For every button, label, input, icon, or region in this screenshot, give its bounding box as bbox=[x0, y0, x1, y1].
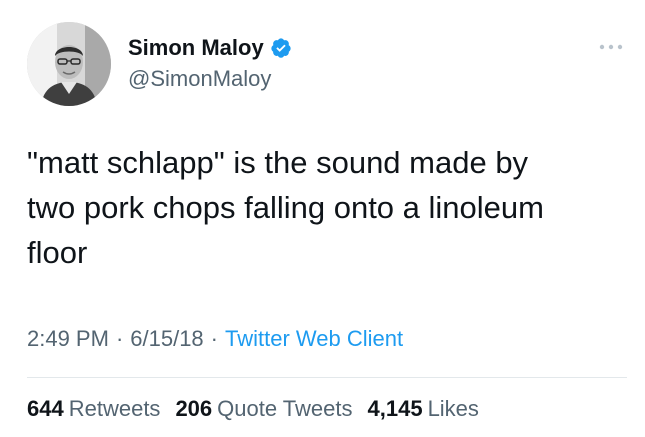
retweets-label: Retweets bbox=[68, 396, 161, 421]
more-options-icon[interactable] bbox=[597, 40, 625, 54]
divider bbox=[27, 377, 627, 378]
avatar[interactable] bbox=[27, 22, 111, 106]
meta-separator: · bbox=[115, 326, 124, 351]
tweet-card: Simon Maloy @SimonMaloy "matt schlapp" i… bbox=[0, 0, 645, 437]
avatar-photo bbox=[27, 22, 111, 106]
tweet-text: "matt schlapp" is the sound made by two … bbox=[27, 145, 544, 270]
tweet-stats: 644 Retweets 206 Quote Tweets 4,145 Like… bbox=[27, 396, 494, 422]
quote-tweets-count: 206 bbox=[175, 396, 213, 421]
author-handle[interactable]: @SimonMaloy bbox=[128, 66, 271, 92]
verified-badge-icon bbox=[270, 37, 292, 59]
tweet-time[interactable]: 2:49 PM bbox=[27, 326, 109, 352]
retweets-stat[interactable]: 644 Retweets bbox=[27, 396, 160, 422]
retweets-count: 644 bbox=[27, 396, 64, 421]
likes-label: Likes bbox=[427, 396, 479, 421]
quote-tweets-stat[interactable]: 206 Quote Tweets bbox=[175, 396, 352, 422]
tweet-meta: 2:49 PM · 6/15/18 · Twitter Web Client bbox=[27, 326, 403, 352]
quote-tweets-label: Quote Tweets bbox=[217, 396, 353, 421]
tweet-client-link[interactable]: Twitter Web Client bbox=[225, 326, 403, 352]
author-name-row: Simon Maloy bbox=[128, 34, 292, 62]
tweet-date[interactable]: 6/15/18 bbox=[130, 326, 203, 352]
meta-separator: · bbox=[210, 326, 218, 351]
likes-count: 4,145 bbox=[367, 396, 423, 421]
author-display-name[interactable]: Simon Maloy bbox=[128, 35, 264, 61]
likes-stat[interactable]: 4,145 Likes bbox=[368, 396, 479, 422]
